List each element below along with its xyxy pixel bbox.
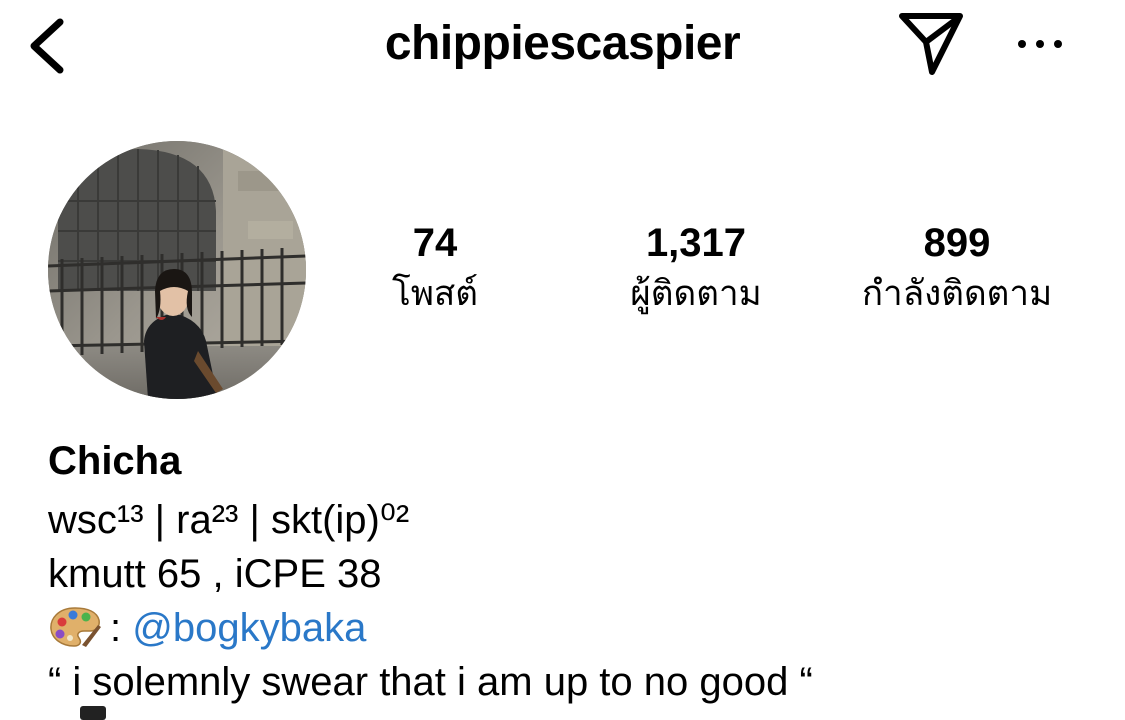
following-stat[interactable]: 899 กำลังติดตาม <box>847 218 1067 320</box>
followers-stat[interactable]: 1,317 ผู้ติดตาม <box>586 218 806 320</box>
more-options-button[interactable] <box>1010 20 1070 68</box>
profile-display-name: Chicha <box>48 439 182 483</box>
avatar-photo <box>48 141 306 399</box>
posts-stat[interactable]: 74 โพสต์ <box>325 218 545 320</box>
send-message-button[interactable] <box>896 12 966 76</box>
paper-plane-icon <box>899 13 963 75</box>
bio-line-4: “ i solemnly swear that i am up to no go… <box>48 660 813 704</box>
bio-line-3-prefix: : <box>110 606 133 650</box>
following-label: กำลังติดตาม <box>861 274 1053 314</box>
bio-line-2: kmutt 65 , iCPE 38 <box>48 552 382 596</box>
posts-count: 74 <box>412 221 458 265</box>
bio-line-3: : @bogkybaka <box>48 602 366 654</box>
bio-line-1: wsc¹³ | ra²³ | skt(ip)⁰² <box>48 498 410 542</box>
artist-palette-icon <box>48 605 102 649</box>
posts-label: โพสต์ <box>392 274 478 314</box>
profile-avatar[interactable] <box>48 141 306 399</box>
mention-link[interactable]: @bogkybaka <box>132 606 366 650</box>
following-count: 899 <box>923 221 991 265</box>
followers-count: 1,317 <box>645 221 747 265</box>
more-horizontal-icon <box>1018 40 1062 48</box>
cropped-next-line <box>80 706 106 720</box>
followers-label: ผู้ติดตาม <box>630 274 762 314</box>
